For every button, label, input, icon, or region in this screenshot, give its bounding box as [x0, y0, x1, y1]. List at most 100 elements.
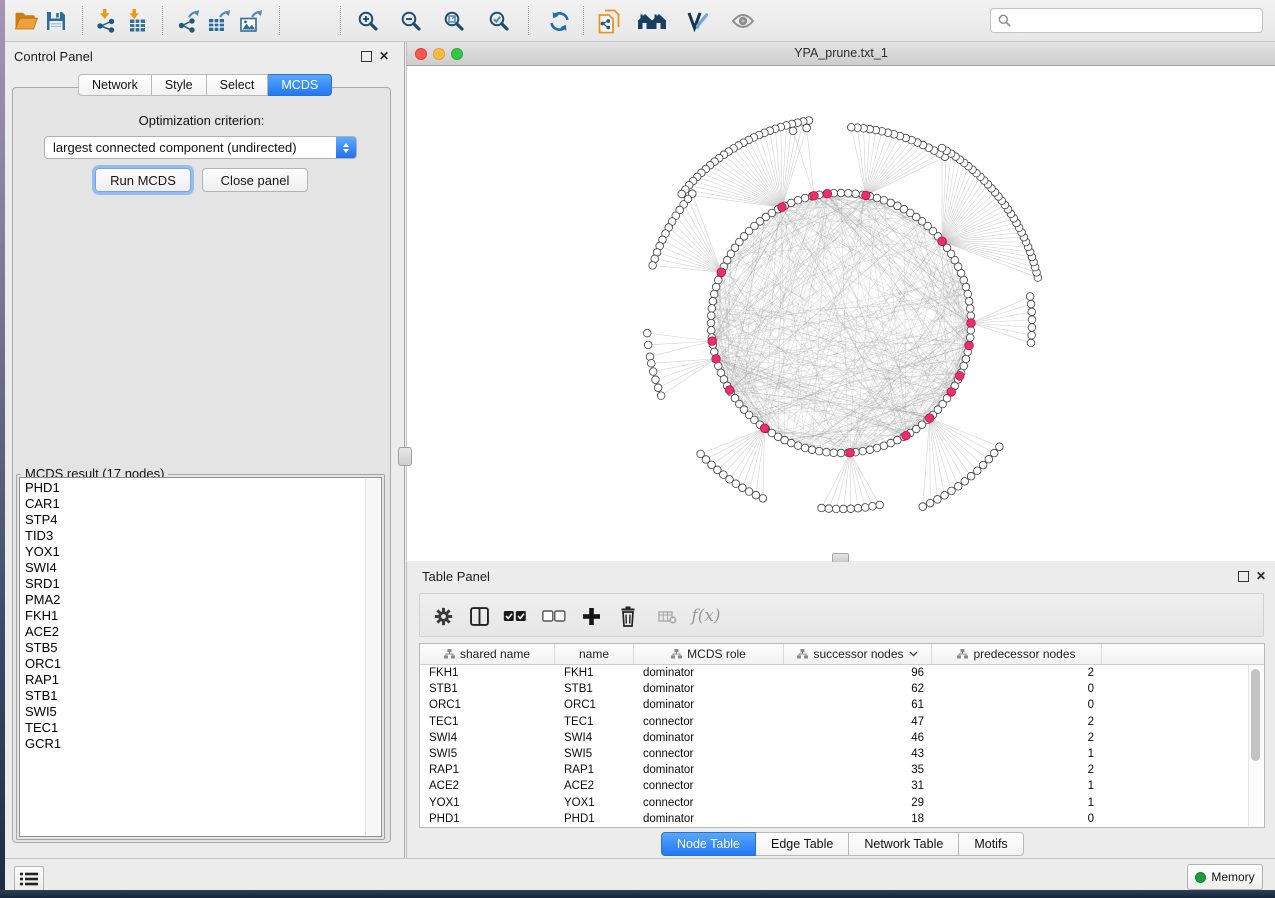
- network-node[interactable]: [934, 496, 942, 504]
- network-node[interactable]: [961, 478, 969, 486]
- network-node[interactable]: [967, 472, 975, 480]
- network-node[interactable]: [1028, 316, 1036, 324]
- mcds-result-item[interactable]: SWI4: [20, 560, 365, 576]
- float-panel-icon[interactable]: [361, 51, 372, 62]
- mcds-result-item[interactable]: PMA2: [20, 592, 365, 608]
- mcds-result-item[interactable]: GCR1: [20, 736, 365, 752]
- network-node[interactable]: [966, 305, 974, 313]
- bottom-tab-edge-table[interactable]: Edge Table: [756, 832, 849, 856]
- network-node[interactable]: [859, 447, 867, 455]
- mcds-result-item[interactable]: STP4: [20, 512, 365, 528]
- network-node[interactable]: [966, 334, 974, 342]
- mcds-result-item[interactable]: YOX1: [20, 544, 365, 560]
- network-node[interactable]: [840, 505, 848, 513]
- mcds-result-item[interactable]: STB5: [20, 640, 365, 656]
- table-row[interactable]: SWI5SWI5connector431: [420, 746, 1264, 762]
- network-node[interactable]: [876, 501, 884, 509]
- bottom-tab-motifs[interactable]: Motifs: [959, 832, 1023, 856]
- show-welcome-screen-icon[interactable]: [636, 8, 668, 34]
- network-node[interactable]: [985, 455, 993, 463]
- network-node[interactable]: [1026, 293, 1034, 301]
- network-hub-node[interactable]: [725, 386, 734, 395]
- network-node[interactable]: [847, 123, 855, 131]
- mcds-result-item[interactable]: CAR1: [20, 496, 365, 512]
- zoom-in-icon[interactable]: [355, 8, 381, 34]
- network-node[interactable]: [644, 341, 652, 349]
- network-node[interactable]: [643, 329, 651, 337]
- export-table-icon[interactable]: [206, 8, 232, 34]
- network-node[interactable]: [714, 276, 722, 284]
- control-tab-style[interactable]: Style: [152, 74, 207, 96]
- column-header-name[interactable]: name: [555, 644, 634, 664]
- network-node[interactable]: [854, 504, 862, 512]
- network-node[interactable]: [954, 482, 962, 490]
- network-node[interactable]: [962, 355, 970, 363]
- network-hub-node[interactable]: [760, 424, 769, 433]
- table-row[interactable]: STB1STB1dominator620: [420, 681, 1264, 697]
- table-row[interactable]: ACE2ACE2connector311: [420, 778, 1264, 794]
- network-node[interactable]: [789, 127, 797, 135]
- network-node[interactable]: [1027, 339, 1035, 347]
- network-node[interactable]: [801, 194, 809, 202]
- network-node[interactable]: [652, 376, 660, 384]
- network-node[interactable]: [649, 368, 657, 376]
- column-header-predecessor-nodes[interactable]: predecessor nodes: [932, 644, 1102, 664]
- mcds-result-item[interactable]: ORC1: [20, 656, 365, 672]
- table-row[interactable]: FKH1FKH1dominator962: [420, 665, 1264, 681]
- mcds-result-item[interactable]: SRD1: [20, 576, 365, 592]
- column-header-successor-nodes[interactable]: successor nodes: [784, 644, 932, 664]
- network-hub-node[interactable]: [778, 203, 787, 212]
- network-node[interactable]: [830, 449, 838, 457]
- table-row[interactable]: TEC1TEC1connector472: [420, 714, 1264, 730]
- mcds-result-item[interactable]: PHD1: [20, 480, 365, 496]
- network-node[interactable]: [941, 491, 949, 499]
- network-hub-node[interactable]: [846, 448, 855, 457]
- mcds-result-item[interactable]: TID3: [20, 528, 365, 544]
- network-node[interactable]: [873, 194, 881, 202]
- network-node[interactable]: [979, 461, 987, 469]
- add-column-icon[interactable]: [580, 605, 602, 627]
- network-node[interactable]: [996, 443, 1004, 451]
- network-node[interactable]: [759, 495, 767, 503]
- table-row[interactable]: SWI4SWI4dominator462: [420, 730, 1264, 746]
- zoom-out-icon[interactable]: [398, 8, 424, 34]
- network-node[interactable]: [657, 392, 665, 400]
- network-node[interactable]: [880, 196, 888, 204]
- mcds-result-item[interactable]: STB1: [20, 688, 365, 704]
- network-node[interactable]: [745, 488, 753, 496]
- network-node[interactable]: [962, 283, 970, 291]
- task-history-button[interactable]: [14, 866, 44, 891]
- control-tab-network[interactable]: Network: [78, 74, 152, 96]
- apply-preferred-layout-icon[interactable]: [546, 8, 572, 34]
- network-node[interactable]: [647, 360, 655, 368]
- style-editor-icon[interactable]: [685, 8, 711, 34]
- network-view-canvas[interactable]: [406, 66, 1275, 561]
- network-hub-node[interactable]: [862, 191, 871, 200]
- control-tab-select[interactable]: Select: [207, 74, 269, 96]
- mcds-result-item[interactable]: RAP1: [20, 672, 365, 688]
- network-node[interactable]: [801, 444, 809, 452]
- column-header-MCDS-role[interactable]: MCDS role: [634, 644, 784, 664]
- network-node[interactable]: [866, 446, 874, 454]
- memory-button[interactable]: Memory: [1187, 864, 1263, 890]
- network-node[interactable]: [710, 290, 718, 298]
- network-node[interactable]: [837, 189, 845, 197]
- network-hub-node[interactable]: [823, 189, 832, 198]
- run-mcds-button[interactable]: Run MCDS: [95, 168, 191, 192]
- export-network-icon[interactable]: [175, 8, 201, 34]
- network-node[interactable]: [654, 384, 662, 392]
- network-node[interactable]: [965, 297, 973, 305]
- network-hub-node[interactable]: [938, 237, 947, 246]
- network-hub-node[interactable]: [967, 319, 976, 328]
- new-network-from-selection-icon[interactable]: [596, 8, 622, 34]
- network-node[interactable]: [938, 144, 946, 152]
- mcds-result-item[interactable]: ACE2: [20, 624, 365, 640]
- network-hub-node[interactable]: [955, 372, 964, 381]
- select-all-icon[interactable]: [502, 605, 528, 627]
- network-node[interactable]: [815, 447, 823, 455]
- close-panel-button[interactable]: Close panel: [202, 168, 308, 192]
- control-tab-mcds[interactable]: MCDS: [268, 74, 332, 96]
- show-columns-icon[interactable]: [468, 605, 490, 627]
- network-hub-node[interactable]: [925, 414, 934, 423]
- network-node[interactable]: [990, 449, 998, 457]
